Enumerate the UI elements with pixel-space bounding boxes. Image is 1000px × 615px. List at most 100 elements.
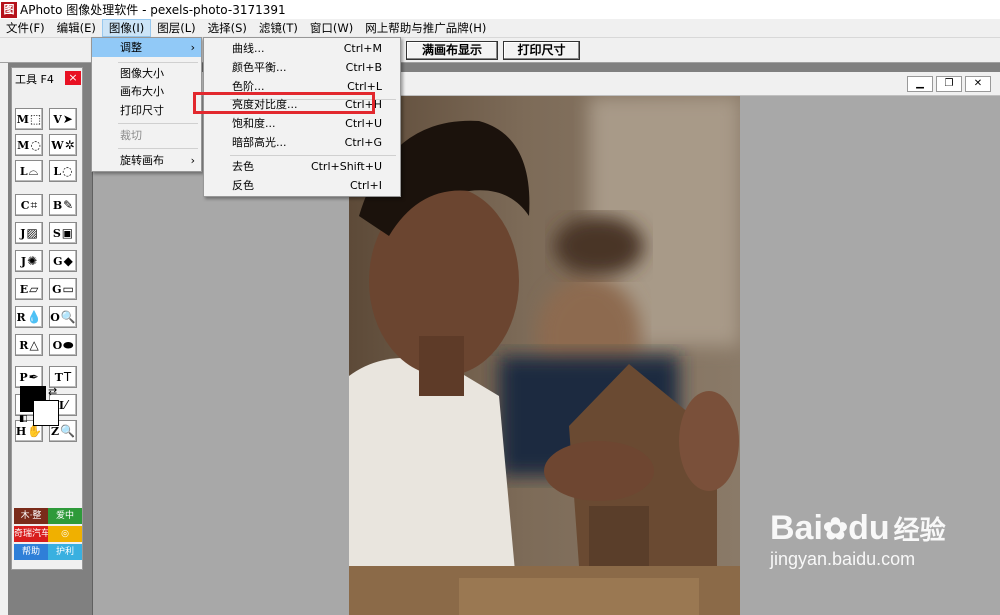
tool-button[interactable]: V ➤ bbox=[49, 108, 77, 130]
tool-shortcut-key: L bbox=[53, 164, 62, 178]
tool-button[interactable]: C ⌗ bbox=[15, 194, 43, 216]
menu-item-desaturate[interactable]: 去色 Ctrl+Shift+U bbox=[204, 157, 400, 176]
tool-button[interactable]: J ✺ bbox=[15, 250, 43, 272]
menu-item-image-size[interactable]: 图像大小 bbox=[92, 64, 201, 83]
tool-icon: T bbox=[63, 370, 72, 384]
menu-edit[interactable]: 编辑(E) bbox=[51, 19, 102, 37]
tool-shortcut-key: O bbox=[52, 338, 63, 352]
tool-shortcut-key: T bbox=[54, 370, 63, 384]
brand-ad-tile[interactable]: ◎ bbox=[48, 526, 82, 542]
tool-icon: ✎ bbox=[63, 198, 74, 212]
tool-icon: ▨ bbox=[26, 226, 38, 240]
tool-icon: ⬚ bbox=[29, 112, 42, 126]
menu-layer[interactable]: 图层(L) bbox=[151, 19, 201, 37]
title-bar: 图 APhoto 图像处理软件 - pexels-photo-3171391 bbox=[0, 0, 1000, 19]
menu-item-crop: 裁切 bbox=[120, 129, 142, 142]
tool-shortcut-key: V bbox=[53, 112, 62, 126]
tool-shortcut-key: L bbox=[19, 164, 28, 178]
tool-icon: ⌗ bbox=[30, 197, 38, 212]
tool-button[interactable]: R 💧 bbox=[15, 306, 43, 328]
annotation-highlight-box bbox=[193, 92, 375, 114]
watermark-brand-2: du bbox=[848, 509, 890, 547]
tool-shortcut-key: R bbox=[19, 338, 29, 352]
tool-icon: ◌ bbox=[30, 138, 41, 152]
watermark-brand: Bai bbox=[770, 509, 823, 547]
tool-shortcut-key: M bbox=[17, 138, 30, 152]
tool-icon: ✒ bbox=[28, 370, 39, 384]
tool-shortcut-key: G bbox=[52, 282, 62, 296]
tool-icon: ◌ bbox=[62, 164, 73, 178]
menu-item-color-balance[interactable]: 颜色平衡... Ctrl+B bbox=[204, 58, 400, 77]
restore-icon[interactable]: ❐ bbox=[936, 76, 962, 92]
background-color-swatch[interactable] bbox=[33, 400, 59, 426]
tool-button[interactable]: O ⬬ bbox=[49, 334, 77, 356]
tool-shortcut-key: E bbox=[19, 282, 29, 296]
tool-icon: ⁄ bbox=[65, 398, 68, 412]
watermark-cn: 经验 bbox=[893, 515, 946, 545]
tool-shortcut-key: P bbox=[19, 370, 28, 384]
paw-icon: ✿ bbox=[822, 513, 849, 546]
tool-button[interactable]: E ▱ bbox=[15, 278, 43, 300]
tool-button[interactable]: L ⌓ bbox=[15, 160, 43, 182]
photo-drawing bbox=[349, 96, 740, 615]
menu-item-print-size[interactable]: 打印尺寸 bbox=[92, 101, 201, 120]
chevron-right-icon: › bbox=[190, 41, 195, 54]
menu-help[interactable]: 网上帮助与推广品牌(H) bbox=[359, 19, 492, 37]
tool-button[interactable]: B ✎ bbox=[49, 194, 77, 216]
tool-button[interactable]: G ◆ bbox=[49, 250, 77, 272]
photo-canvas[interactable] bbox=[349, 96, 740, 615]
adjust-submenu: 曲线... Ctrl+M 颜色平衡... Ctrl+B 色阶... Ctrl+L 亮度… bbox=[203, 37, 401, 197]
tool-icon: ⌓ bbox=[28, 163, 39, 178]
print-size-button[interactable]: 打印尺寸 bbox=[503, 41, 580, 60]
tool-icon: ✲ bbox=[64, 138, 75, 152]
brand-ad-tile[interactable]: 木·整 bbox=[14, 508, 48, 524]
menu-file[interactable]: 文件(F) bbox=[0, 19, 51, 37]
tool-button[interactable]: M ◌ bbox=[15, 134, 43, 156]
menu-item-curves[interactable]: 曲线... Ctrl+M bbox=[204, 39, 400, 58]
tool-button[interactable]: M ⬚ bbox=[15, 108, 43, 130]
tool-panel-close-icon[interactable]: × bbox=[65, 71, 81, 85]
tool-shortcut-key: I bbox=[58, 398, 65, 412]
menu-item-canvas-size[interactable]: 画布大小 bbox=[92, 82, 201, 101]
menu-filter[interactable]: 滤镜(T) bbox=[253, 19, 304, 37]
menu-item-adjust[interactable]: 调整 › bbox=[92, 38, 201, 57]
brand-ad-tile[interactable]: 帮助 bbox=[14, 544, 48, 560]
image-menu-dropdown: 调整 › 图像大小 画布大小 打印尺寸 裁切 旋转画布 › bbox=[91, 37, 202, 172]
tool-button[interactable]: L ◌ bbox=[49, 160, 77, 182]
tool-button[interactable]: W ✲ bbox=[49, 134, 77, 156]
tool-shortcut-key: J bbox=[20, 254, 27, 268]
tool-shortcut-key: G bbox=[53, 254, 63, 268]
menu-window[interactable]: 窗口(W) bbox=[304, 19, 359, 37]
app-icon: 图 bbox=[1, 1, 17, 18]
menu-image[interactable]: 图像(I) bbox=[101, 19, 152, 37]
tool-button[interactable]: P ✒ bbox=[15, 366, 43, 388]
tool-button[interactable]: S ▣ bbox=[49, 222, 77, 244]
swap-colors-icon[interactable]: ⇄ bbox=[48, 385, 57, 398]
default-colors-icon[interactable]: ◧ bbox=[19, 414, 28, 424]
menu-item-shadows-highlights[interactable]: 暗部高光... Ctrl+G bbox=[204, 133, 400, 152]
tool-button[interactable]: O 🔍 bbox=[49, 306, 77, 328]
fit-canvas-button[interactable]: 满画布显示 bbox=[406, 41, 498, 60]
tool-button[interactable]: G ▭ bbox=[49, 278, 77, 300]
menu-select[interactable]: 选择(S) bbox=[202, 19, 253, 37]
brand-ad-tile[interactable]: 爱中 bbox=[48, 508, 82, 524]
tool-shortcut-key: J bbox=[20, 226, 26, 240]
tool-icon: ◆ bbox=[63, 254, 73, 268]
tool-button[interactable]: J ▨ bbox=[15, 222, 43, 244]
tool-shortcut-key: S bbox=[52, 226, 61, 240]
tool-icon: ✋ bbox=[27, 424, 43, 438]
menu-item-saturation[interactable]: 饱和度... Ctrl+U bbox=[204, 114, 400, 133]
minimize-icon[interactable]: ▁ bbox=[907, 76, 933, 92]
tool-icon: ▭ bbox=[62, 282, 74, 296]
menu-bar: 文件(F) 编辑(E) 图像(I) 图层(L) 选择(S) 滤镜(T) 窗口(W… bbox=[0, 19, 1000, 37]
tool-button[interactable]: R △ bbox=[15, 334, 43, 356]
tool-panel-title: 工具 F4 bbox=[15, 73, 54, 86]
brand-ad-tile[interactable]: 奇瑞汽车 bbox=[14, 526, 48, 542]
brand-ad-tile[interactable]: 护利 bbox=[48, 544, 82, 560]
close-icon[interactable]: ✕ bbox=[965, 76, 991, 92]
menu-item-rotate-canvas[interactable]: 旋转画布 › bbox=[92, 151, 201, 170]
tool-shortcut-key: H bbox=[15, 424, 27, 438]
chevron-right-icon: › bbox=[190, 154, 195, 167]
watermark-url: jingyan.baidu.com bbox=[770, 549, 916, 569]
menu-item-invert[interactable]: 反色 Ctrl+I bbox=[204, 176, 400, 195]
